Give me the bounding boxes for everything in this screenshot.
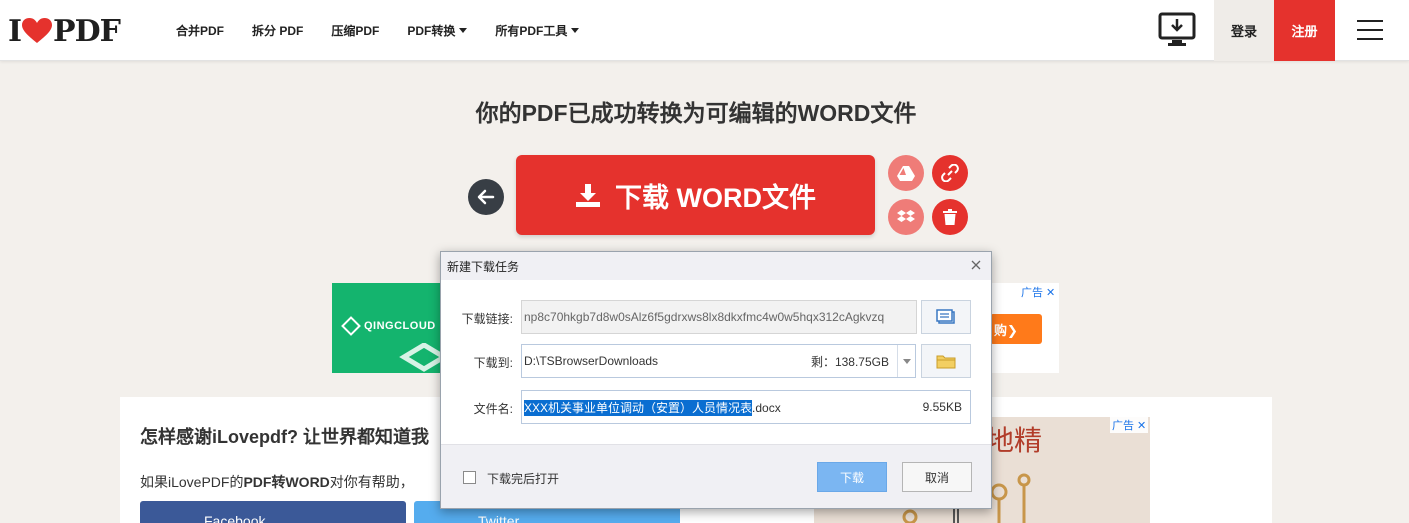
download-link-label: 下载链接: <box>461 312 513 326</box>
confirm-download-button[interactable]: 下载 <box>817 462 887 492</box>
ad-headline: 地精 <box>986 424 1043 457</box>
ad-close-icon[interactable]: ✕ <box>1046 286 1055 299</box>
heart-icon <box>22 18 53 43</box>
file-size: 9.55KB <box>922 400 962 414</box>
nav-label: 拆分 PDF <box>252 24 304 38</box>
caret-down-icon <box>571 28 580 33</box>
ad-tag-text: 广告 <box>1021 287 1043 299</box>
login-button[interactable]: 登录 <box>1214 0 1274 61</box>
download-dest-select[interactable]: D:\TSBrowserDownloads 剩：138.75GB <box>521 344 916 378</box>
dropbox-icon <box>897 210 915 222</box>
link-icon <box>941 164 959 182</box>
file-name-extension: .docx <box>752 400 781 415</box>
save-to-dropbox-button[interactable] <box>888 199 924 235</box>
download-dest-label: 下载到: <box>473 356 513 370</box>
share-title: 怎样感谢iLovepdf? 让世界都知道我 <box>140 427 429 447</box>
copy-link-button[interactable] <box>932 155 968 191</box>
ad-brand-text: QINGCLOUD <box>364 320 436 332</box>
download-dest-value: D:\TSBrowserDownloads <box>524 354 659 368</box>
share-desc-suffix: 对你有帮助， <box>329 474 414 490</box>
nav-label: PDF转换 <box>407 24 456 38</box>
trash-icon <box>943 209 957 225</box>
nav-label: 合并PDF <box>176 24 225 38</box>
folder-icon <box>936 355 956 369</box>
download-link-value: np8c70hkgb7d8w0sAlz6f5gdrxws8lx8dkxfmc4w… <box>524 310 885 324</box>
dialog-title: 新建下载任务 <box>447 259 520 274</box>
dialog-titlebar[interactable]: 新建下载任务 <box>441 252 991 280</box>
nav-all-tools[interactable]: 所有PDF工具 <box>495 22 580 39</box>
caret-down-icon <box>459 28 468 33</box>
ilovepdf-logo[interactable]: I PDF <box>8 13 121 49</box>
chevron-down-icon[interactable] <box>897 345 915 377</box>
delete-file-button[interactable] <box>932 199 968 235</box>
nav-split-pdf[interactable]: 拆分 PDF <box>252 22 303 39</box>
download-link-field[interactable]: np8c70hkgb7d8w0sAlz6f5gdrxws8lx8dkxfmc4w… <box>521 300 917 334</box>
cancel-button[interactable]: 取消 <box>902 462 972 492</box>
file-name-label: 文件名: <box>473 402 513 416</box>
nav-label: 所有PDF工具 <box>495 24 568 38</box>
back-button[interactable] <box>468 179 504 215</box>
hamburger-menu-icon[interactable] <box>1357 20 1383 42</box>
browse-folder-button[interactable] <box>921 344 971 378</box>
share-description: 如果iLovePDF的PDF转WORD对你有帮助， <box>140 472 414 492</box>
file-name-selected: XXX机关事业单位调动（安置）人员情况表 <box>524 399 753 416</box>
qingcloud-logo-icon <box>341 316 361 336</box>
facebook-label: Facebook <box>204 513 266 523</box>
google-drive-icon <box>897 166 915 181</box>
free-space-text: 剩：138.75GB <box>810 354 889 369</box>
file-name-text: XXX机关事业单位调动（安置）人员情况表.docx <box>524 399 781 416</box>
download-word-label: 下载 WORD文件 <box>615 182 816 213</box>
register-button[interactable]: 注册 <box>1274 0 1335 61</box>
ad-tag-text: 广告 <box>1112 420 1134 432</box>
copy-icon <box>936 309 955 324</box>
nav-compress-pdf[interactable]: 压缩PDF <box>331 22 379 39</box>
download-word-button[interactable]: 下载 WORD文件 <box>516 155 875 235</box>
new-download-dialog: 新建下载任务 下载链接: np8c70hkgb7d8w0sAlz6f5gdrxw… <box>440 251 992 509</box>
share-desc-prefix: 如果iLovePDF的 <box>140 474 244 490</box>
arrow-left-icon <box>477 189 495 205</box>
dialog-body: 下载链接: np8c70hkgb7d8w0sAlz6f5gdrxws8lx8dk… <box>441 280 991 444</box>
logo-letter-i: I <box>8 13 22 49</box>
ad-label: 广告 ✕ <box>1019 284 1058 300</box>
ad-close-icon[interactable]: ✕ <box>1137 419 1146 432</box>
file-name-input[interactable]: XXX机关事业单位调动（安置）人员情况表.docx 9.55KB <box>521 390 971 424</box>
open-after-download-checkbox[interactable] <box>463 471 476 484</box>
share-facebook-button[interactable]: Facebook <box>140 501 406 523</box>
twitter-label: Twitter <box>478 513 520 523</box>
close-icon[interactable] <box>969 258 983 272</box>
copy-link-button[interactable] <box>921 300 971 334</box>
nav-label: 压缩PDF <box>331 24 380 38</box>
nav-merge-pdf[interactable]: 合并PDF <box>176 22 224 39</box>
download-icon <box>576 184 600 207</box>
page-title: 你的PDF已成功转换为可编辑的WORD文件 <box>475 100 917 126</box>
ad-label: 广告 ✕ <box>1110 417 1149 433</box>
dialog-footer: 下载完后打开 下载 取消 <box>441 444 991 508</box>
desktop-app-download-icon[interactable] <box>1158 12 1198 50</box>
ad-cta-button[interactable]: 购❯ <box>990 314 1042 344</box>
open-after-download-label[interactable]: 下载完后打开 <box>487 470 559 487</box>
share-desc-tool: PDF转WORD <box>243 474 330 490</box>
ad-brand: QINGCLOUD <box>341 316 436 336</box>
site-header: I PDF 合并PDF 拆分 PDF 压缩PDF PDF转换 所有PDF工具 登… <box>0 0 1409 61</box>
logo-text-pdf: PDF <box>53 13 121 49</box>
save-to-google-drive-button[interactable] <box>888 155 924 191</box>
main-nav: 合并PDF 拆分 PDF 压缩PDF PDF转换 所有PDF工具 <box>176 0 607 61</box>
nav-convert-pdf[interactable]: PDF转换 <box>407 22 468 39</box>
